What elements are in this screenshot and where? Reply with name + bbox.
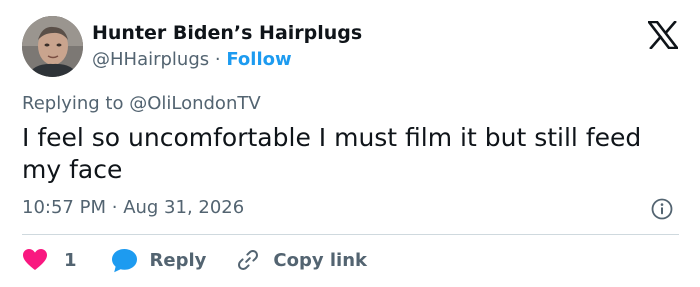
reply-context: Replying to @OliLondonTV	[22, 93, 261, 114]
author-handle[interactable]: @HHairplugs	[92, 49, 209, 70]
timestamp-separator: ·	[111, 197, 118, 218]
follow-button[interactable]: Follow	[226, 49, 291, 70]
handle-separator: ·	[214, 49, 221, 70]
reply-mention-link[interactable]: @OliLondonTV	[129, 93, 260, 114]
x-logo-icon[interactable]	[648, 21, 678, 49]
speech-bubble-icon	[111, 248, 137, 272]
copy-link-label: Copy link	[273, 249, 367, 271]
avatar-photo	[22, 16, 83, 77]
divider	[22, 234, 679, 235]
info-icon[interactable]	[651, 198, 673, 220]
tweet-date: Aug 31, 2026	[123, 197, 245, 218]
like-count: 1	[64, 249, 77, 271]
copy-link-button[interactable]: Copy link	[236, 248, 367, 272]
like-button[interactable]: 1	[22, 248, 77, 272]
tweet-time: 10:57 PM	[22, 197, 106, 218]
tweet-text: I feel so uncomfortable I must film it b…	[22, 123, 642, 184]
heart-icon	[23, 249, 47, 270]
author-handle-row: @HHairplugs · Follow	[92, 49, 292, 70]
link-icon	[238, 250, 259, 270]
reply-label: Reply	[149, 249, 207, 271]
reply-button[interactable]: Reply	[111, 248, 207, 273]
action-bar: 1 Reply Copy link	[22, 247, 367, 273]
author-display-name[interactable]: Hunter Biden’s Hairplugs	[92, 22, 362, 44]
tweet-timestamp[interactable]: 10:57 PM · Aug 31, 2026	[22, 197, 244, 218]
reply-context-prefix: Replying to	[22, 93, 130, 114]
avatar[interactable]	[22, 16, 83, 77]
